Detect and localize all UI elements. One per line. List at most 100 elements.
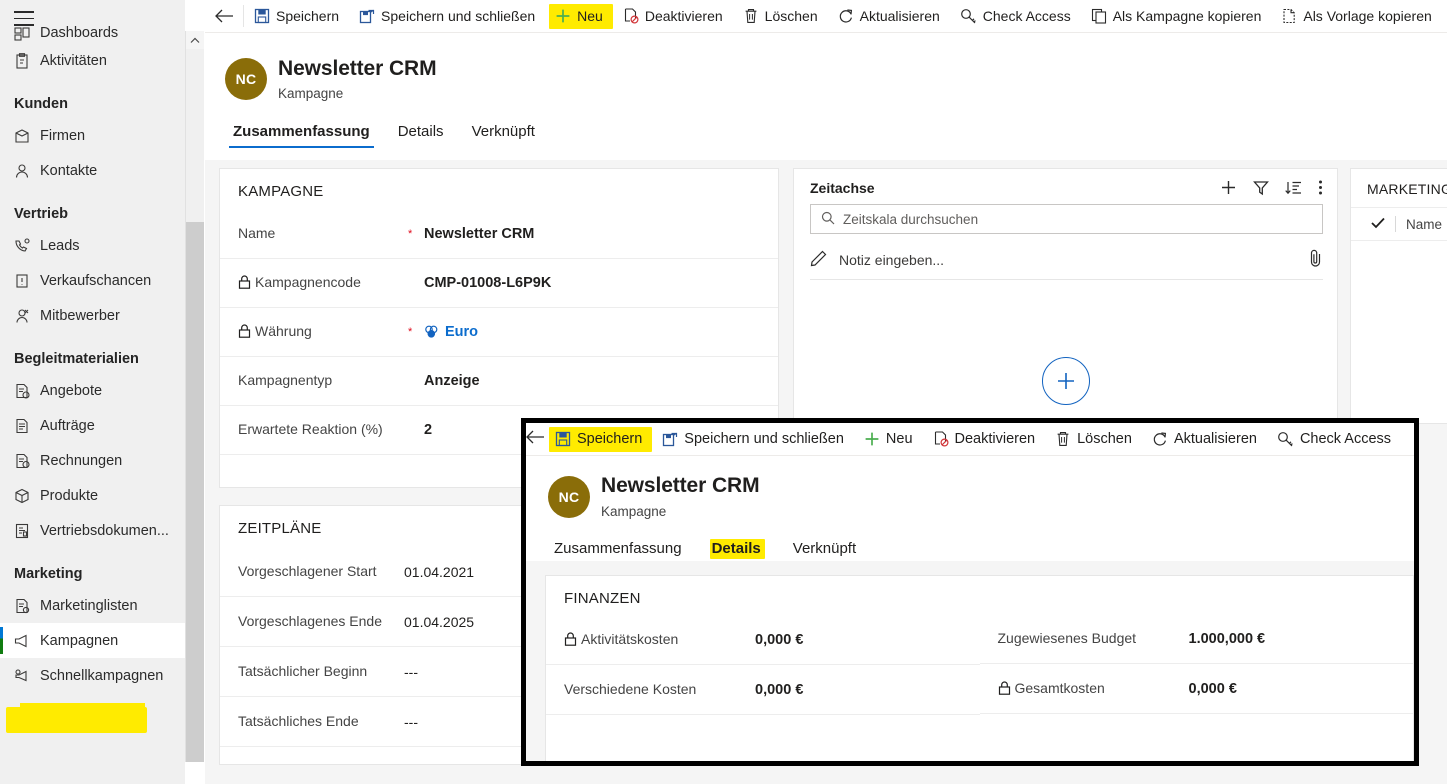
sidebar-item-rechnungen[interactable]: Rechnungen: [0, 443, 185, 478]
sidebar-item-aktivit-ten[interactable]: Aktivitäten: [0, 43, 185, 78]
field-value[interactable]: Anzeige: [424, 373, 480, 389]
command-l-schen[interactable]: Löschen: [1045, 423, 1142, 455]
tab-verkn-pft[interactable]: Verknüpft: [458, 117, 549, 150]
command-label: Speichern und schließen: [684, 431, 844, 447]
sidebar-item-angebote[interactable]: Angebote: [0, 373, 185, 408]
field-row[interactable]: Zugewiesenes Budget 1.000,000 €: [979, 614, 1413, 664]
sidebar-group-begleitmaterialien: Begleitmaterialien: [14, 351, 139, 367]
field-label-wrap: Zugewiesenes Budget: [998, 630, 1173, 648]
command-als-kampagne-kopieren[interactable]: Als Kampagne kopieren: [1081, 0, 1272, 32]
command-l-schen[interactable]: Löschen: [733, 0, 828, 32]
command-speichern[interactable]: Speichern: [244, 0, 349, 32]
field-row[interactable]: Verschiedene Kosten 0,000 €: [546, 665, 980, 715]
field-label-wrap: Tatsächlicher Beginn: [238, 663, 388, 681]
popup-page-title: Newsletter CRM: [601, 474, 760, 497]
field-value[interactable]: 1.000,000 €: [1189, 631, 1266, 647]
sidebar-group-vertrieb: Vertrieb: [14, 206, 68, 222]
command-neu[interactable]: Neu: [545, 0, 613, 32]
sidebar-item-vertriebsdokumen[interactable]: Vertriebsdokumen...: [0, 513, 185, 548]
sidebar-item-kampagnen[interactable]: Kampagnen: [0, 623, 185, 658]
command-neu[interactable]: Neu: [854, 423, 923, 455]
field-value[interactable]: 0,000 €: [755, 682, 803, 698]
command-speichern[interactable]: Speichern: [545, 423, 653, 455]
sidebar-item-schnellkampagnen[interactable]: Schnellkampagnen: [0, 658, 185, 693]
command-aktualisieren[interactable]: Aktualisieren: [1142, 423, 1267, 455]
record-entity-label: Kampagne: [278, 86, 344, 101]
tab-details[interactable]: Details: [384, 117, 458, 150]
timeline-note-input[interactable]: Notiz eingeben...: [810, 240, 1323, 280]
command-als-vorlage-kopieren[interactable]: Als Vorlage kopieren: [1271, 0, 1441, 32]
marketing-lists-icon: [14, 597, 40, 615]
field-value[interactable]: 2: [424, 422, 432, 438]
field-value-text: 0,000 €: [755, 631, 804, 648]
command-speichern-und-schlie-en[interactable]: Speichern und schließen: [349, 0, 545, 32]
field-value[interactable]: 0,000 €: [1189, 681, 1237, 697]
field-row[interactable]: Währung * Euro: [220, 308, 778, 357]
field-value-text: Newsletter CRM: [424, 226, 535, 242]
field-label-wrap: Währung: [238, 323, 408, 341]
timeline-search-input[interactable]: Zeitskala durchsuchen: [810, 204, 1323, 234]
lock-icon: [998, 680, 1011, 698]
sidebar-item-leads[interactable]: Leads: [0, 228, 185, 263]
sidebar-item-dashboards[interactable]: Dashboards: [0, 25, 185, 43]
command-check-access[interactable]: Check Access: [950, 0, 1081, 32]
leads-icon: [14, 237, 40, 255]
sidebar-item-verkaufschancen[interactable]: Verkaufschancen: [0, 263, 185, 298]
field-row[interactable]: Gesamtkosten 0,000 €: [979, 664, 1413, 714]
field-label-wrap: Erwartete Reaktion (%): [238, 421, 408, 439]
tab-label: Verknüpft: [471, 123, 535, 140]
hamburger-menu-icon[interactable]: [14, 11, 34, 26]
command-check-access[interactable]: Check Access: [1267, 423, 1401, 455]
filter-icon[interactable]: [1253, 180, 1269, 196]
more-icon[interactable]: [1318, 179, 1323, 196]
field-row[interactable]: Kampagnentyp Anzeige: [220, 357, 778, 406]
command-speichern-und-schlie-en[interactable]: Speichern und schließen: [652, 423, 854, 455]
field-value[interactable]: Euro: [424, 324, 478, 340]
sort-icon[interactable]: [1285, 180, 1302, 196]
field-row[interactable]: Name * Newsletter CRM: [220, 210, 778, 259]
command-bar: Speichern Speichern und schließen Neu Deakt…: [205, 0, 1447, 33]
field-value[interactable]: ---: [404, 714, 418, 730]
orders-icon: [14, 417, 40, 435]
field-row[interactable]: Aktivitätskosten 0,000 €: [546, 615, 980, 665]
field-value[interactable]: ---: [404, 664, 418, 680]
sidebar-scrollbar[interactable]: [185, 0, 205, 784]
command-aktualisieren[interactable]: Aktualisieren: [828, 0, 950, 32]
command-label: Löschen: [764, 8, 818, 24]
field-value[interactable]: 0,000 €: [755, 632, 803, 648]
field-value[interactable]: 01.04.2025: [404, 614, 474, 630]
field-label-wrap: Name: [238, 225, 408, 243]
field-value[interactable]: Newsletter CRM: [424, 226, 534, 242]
sidebar-group-marketing: Marketing: [14, 566, 83, 582]
add-icon[interactable]: [1220, 179, 1237, 196]
timeline-add-record-button[interactable]: [1041, 357, 1090, 405]
marketinglists-column-header[interactable]: Name: [1351, 207, 1447, 241]
sidebar-item-firmen[interactable]: Firmen: [0, 118, 185, 153]
command-deaktivieren[interactable]: Deaktivieren: [613, 0, 733, 32]
sidebar-item-mitbewerber[interactable]: Mitbewerber: [0, 298, 185, 333]
command-deaktivieren[interactable]: Deaktivieren: [923, 423, 1046, 455]
sidebar-item-produkte[interactable]: Produkte: [0, 478, 185, 513]
field-value[interactable]: CMP-01008-L6P9K: [424, 275, 551, 291]
scrollbar-thumb[interactable]: [185, 49, 204, 222]
sidebar-item-label: Aktivitäten: [40, 52, 107, 69]
field-row[interactable]: Kampagnencode CMP-01008-L6P9K: [220, 259, 778, 308]
copy-icon: [1091, 8, 1107, 24]
timeline-card: Zeitachse Zeitskala durchsuchen Notiz ei…: [793, 168, 1338, 424]
scroll-up-icon[interactable]: [185, 31, 204, 49]
field-label: Tatsächlicher Beginn: [238, 662, 368, 679]
checkmark-icon[interactable]: [1371, 217, 1385, 232]
popup-back-button[interactable]: [526, 430, 545, 448]
key-icon: [960, 8, 977, 24]
tab-zusammenfassung[interactable]: Zusammenfassung: [219, 117, 384, 150]
command-label: Speichern: [276, 8, 340, 24]
scrollbar-track[interactable]: [185, 222, 204, 762]
sidebar-item-auftr-ge[interactable]: Aufträge: [0, 408, 185, 443]
sidebar-item-kontakte[interactable]: Kontakte: [0, 153, 185, 188]
back-button[interactable]: [205, 0, 243, 32]
field-value[interactable]: 01.04.2021: [404, 564, 474, 580]
sidebar-item-marketinglisten[interactable]: Marketinglisten: [0, 588, 185, 623]
sidebar-item-label: Angebote: [40, 382, 103, 399]
field-label: Name: [238, 225, 276, 242]
paperclip-icon[interactable]: [1309, 249, 1323, 270]
